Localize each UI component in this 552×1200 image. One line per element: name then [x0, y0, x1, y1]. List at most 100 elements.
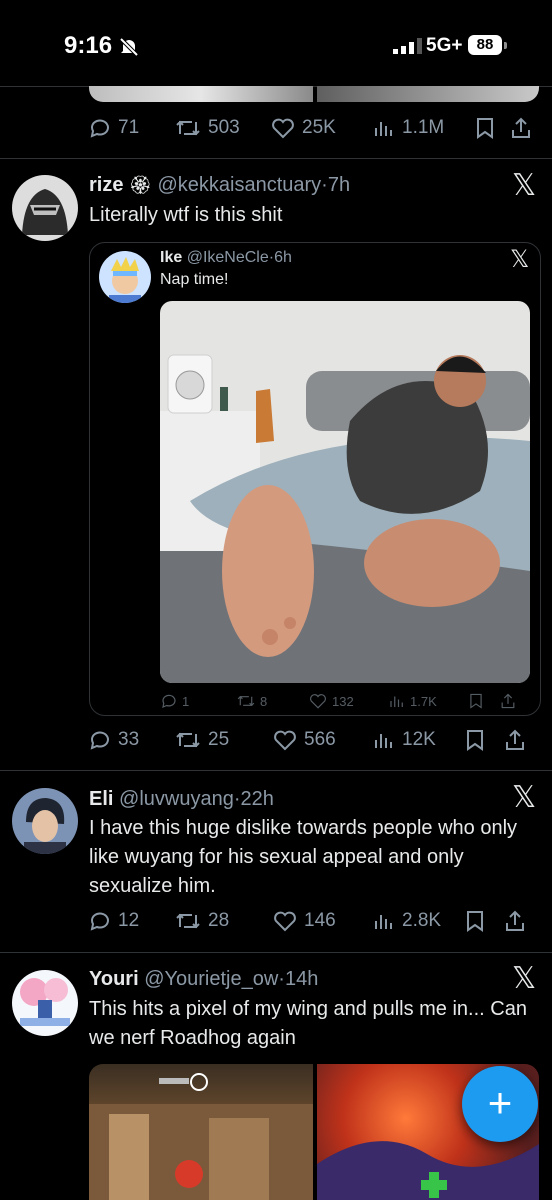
quoted-tweet[interactable]: Ike @IkeNeCle·6h 𝕏 Nap time! 1 8 132 1.7…	[89, 242, 541, 716]
quote-text: Nap time!	[160, 271, 229, 288]
retweet-icon	[176, 732, 200, 748]
view-count: 2.8K	[402, 910, 442, 931]
previous-tweet-actions: 71 503 25K 1.1M	[88, 113, 540, 143]
avatar[interactable]	[99, 251, 151, 303]
retweet-icon	[176, 120, 200, 136]
handle[interactable]: @IkeNeCle	[187, 249, 269, 266]
x-logo-icon[interactable]: 𝕏	[512, 961, 536, 996]
reply-button[interactable]: 1	[160, 692, 236, 710]
battery-icon: 88	[468, 35, 502, 55]
avatar[interactable]	[12, 175, 78, 241]
bookmark-button[interactable]	[464, 909, 504, 933]
separator-dot: ·	[278, 968, 285, 990]
media-image-1[interactable]	[89, 1064, 313, 1200]
retweet-icon	[176, 913, 200, 929]
retweet-button[interactable]: 25	[174, 728, 272, 752]
like-button[interactable]: 566	[272, 728, 372, 752]
tweet-text: This hits a pixel of my wing and pulls m…	[89, 998, 527, 1049]
handle[interactable]: @Yourietje_ow	[144, 968, 278, 990]
timestamp[interactable]: 7h	[328, 174, 350, 196]
view-count: 1.7K	[410, 693, 437, 709]
views-button[interactable]: 1.7K	[388, 692, 468, 710]
separator-dot: ·	[233, 788, 241, 810]
reply-button[interactable]: 12	[88, 909, 174, 933]
share-button[interactable]	[510, 116, 532, 140]
share-button[interactable]	[500, 692, 516, 710]
reply-button[interactable]: 33	[88, 728, 174, 752]
timestamp[interactable]: 22h	[241, 788, 274, 810]
share-button[interactable]	[504, 728, 526, 752]
heart-icon	[272, 118, 294, 139]
retweet-button[interactable]: 8	[236, 692, 308, 710]
display-name[interactable]: rize	[89, 174, 123, 196]
view-count: 12K	[402, 729, 436, 750]
display-name[interactable]: Youri	[89, 968, 139, 990]
quote-image[interactable]	[160, 301, 530, 683]
views-icon	[375, 734, 392, 748]
x-logo-icon[interactable]: 𝕏	[512, 780, 536, 815]
bookmark-button[interactable]	[464, 728, 504, 752]
tweet-text: I have this huge dislike towards people …	[89, 817, 518, 897]
signal-icon	[393, 38, 422, 54]
retweet-button[interactable]: 503	[174, 116, 270, 140]
avatar[interactable]	[12, 788, 78, 854]
heart-icon	[310, 694, 326, 709]
share-icon	[501, 693, 515, 709]
reply-count: 1	[182, 693, 190, 709]
divider	[0, 770, 552, 771]
compose-button[interactable]: +	[462, 1066, 538, 1142]
views-button[interactable]: 1.1M	[372, 116, 474, 140]
reply-icon	[90, 912, 109, 931]
reply-count: 33	[118, 729, 140, 750]
plus-icon: +	[487, 1079, 513, 1126]
bookmark-button[interactable]	[468, 692, 500, 710]
like-count: 566	[304, 729, 336, 750]
views-button[interactable]: 12K	[372, 728, 464, 752]
share-icon	[506, 729, 524, 750]
like-button[interactable]: 25K	[270, 116, 372, 140]
share-icon	[506, 910, 524, 931]
display-name[interactable]: Ike	[160, 249, 182, 266]
divider	[0, 952, 552, 953]
view-count: 1.1M	[402, 117, 445, 138]
like-button[interactable]: 146	[272, 909, 372, 933]
views-button[interactable]: 2.8K	[372, 909, 464, 933]
separator-dot: ·	[321, 174, 328, 196]
tweet-header: Eli @luvwuyang·22h	[89, 788, 274, 811]
handle[interactable]: @kekkaisanctuary	[157, 174, 321, 196]
bookmark-icon	[467, 911, 483, 932]
previous-tweet-media[interactable]	[89, 86, 539, 102]
status-time: 9:16	[64, 32, 113, 59]
x-logo-icon[interactable]: 𝕏	[512, 168, 536, 203]
tweet-header: rize 🏵 @kekkaisanctuary·7h	[89, 174, 350, 197]
avatar[interactable]	[12, 970, 78, 1036]
retweet-icon	[237, 695, 255, 707]
retweet-button[interactable]: 28	[174, 909, 272, 933]
divider	[0, 158, 552, 159]
heart-icon	[274, 911, 296, 932]
reply-count: 71	[118, 117, 140, 138]
reply-button[interactable]: 71	[88, 116, 174, 140]
timestamp[interactable]: 14h	[285, 968, 318, 990]
reply-icon	[90, 731, 109, 750]
retweet-count: 8	[260, 693, 268, 709]
tweet-actions: 12 28 146 2.8K	[88, 906, 540, 936]
share-button[interactable]	[504, 909, 526, 933]
like-count: 132	[332, 693, 354, 709]
quote-header: Ike @IkeNeCle·6h	[160, 249, 292, 267]
like-button[interactable]: 132	[308, 692, 388, 710]
like-count: 25K	[302, 117, 336, 138]
retweet-count: 503	[208, 117, 240, 138]
quote-actions: 1 8 132 1.7K	[160, 691, 530, 711]
status-bar: 9:16 5G+ 88	[0, 0, 552, 88]
display-name[interactable]: Eli	[89, 788, 113, 810]
bookmark-button[interactable]	[474, 116, 510, 140]
views-icon	[375, 122, 392, 136]
views-icon	[375, 915, 392, 929]
share-icon	[512, 117, 530, 138]
views-icon	[390, 696, 403, 707]
handle[interactable]: @luvwuyang	[119, 788, 234, 810]
x-logo-icon[interactable]: 𝕏	[510, 245, 529, 274]
timestamp[interactable]: 6h	[274, 249, 292, 266]
badge-icon: 🏵	[129, 175, 152, 195]
